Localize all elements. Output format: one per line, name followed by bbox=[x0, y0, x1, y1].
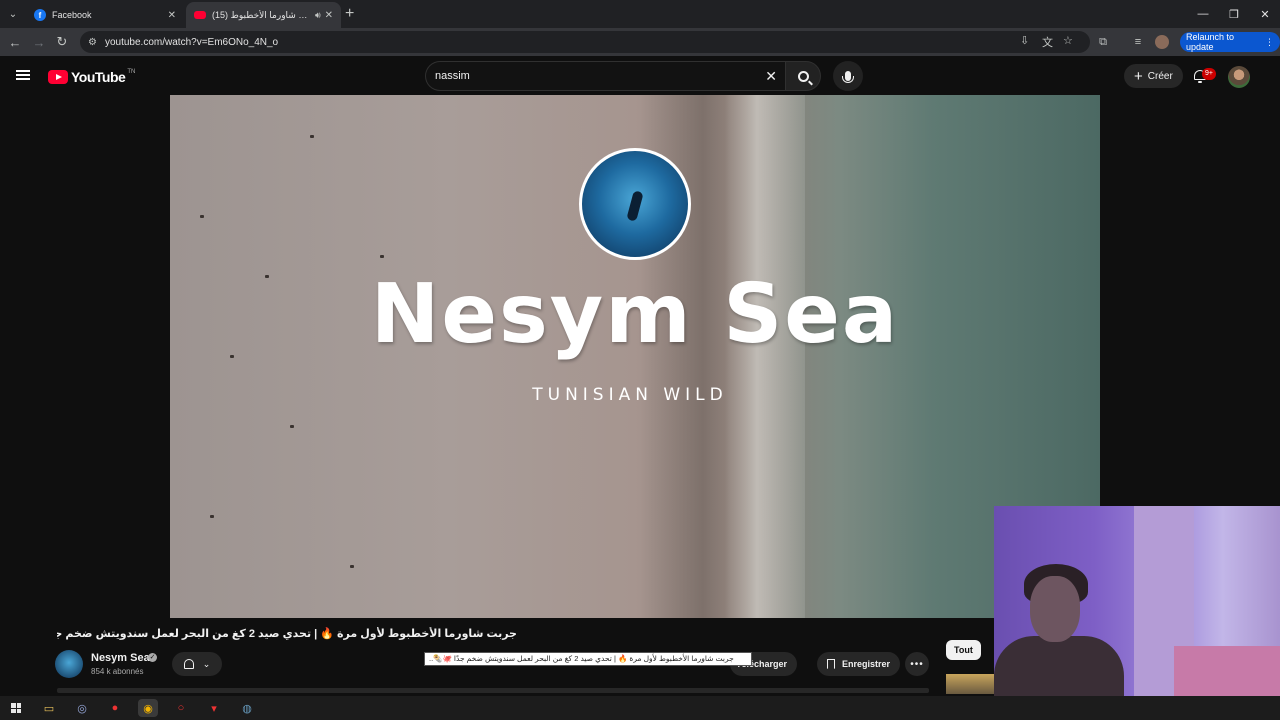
windows-start-icon[interactable] bbox=[6, 699, 26, 717]
notification-count-badge: 9+ bbox=[1202, 68, 1216, 80]
channel-logo-image bbox=[579, 148, 691, 260]
install-app-icon[interactable]: ⇩ bbox=[1020, 34, 1029, 47]
filter-chip-all[interactable]: Tout bbox=[946, 640, 981, 660]
video-player[interactable]: Nesym Sea TUNISIAN WILD bbox=[170, 95, 1100, 618]
create-button[interactable]: + Créer bbox=[1124, 64, 1183, 88]
chrome-icon[interactable]: ◉ bbox=[138, 699, 158, 717]
app-icon[interactable]: ◎ bbox=[72, 699, 92, 717]
relaunch-to-update-button[interactable]: Relaunch to update ⋮ bbox=[1180, 32, 1280, 52]
relaunch-label: Relaunch to update bbox=[1186, 32, 1235, 52]
youtube-play-icon bbox=[48, 70, 68, 84]
youtube-header: YouTube TN nassim ✕ + Créer bbox=[0, 56, 1280, 96]
reload-icon[interactable]: ↻ bbox=[53, 33, 71, 51]
speaker-icon[interactable]: 🔊︎ bbox=[315, 10, 321, 21]
title-tooltip: جربت شاورما الأخطبوط لأول مرة 🔥 | تحدي ص… bbox=[424, 652, 752, 666]
clear-search-icon[interactable]: ✕ bbox=[765, 68, 777, 84]
forward-icon[interactable]: → bbox=[30, 33, 48, 51]
tab-title: جربت شاورما الأخطبوط (15) bbox=[212, 9, 312, 20]
logo-text: YouTube bbox=[71, 69, 126, 85]
facebook-icon: f bbox=[34, 9, 46, 21]
verified-icon: ✓ bbox=[148, 653, 157, 662]
save-button[interactable]: Enregistrer bbox=[817, 652, 901, 676]
file-explorer-icon[interactable]: ▭ bbox=[39, 699, 59, 717]
more-vert-icon: ⋮ bbox=[1265, 36, 1274, 47]
subscriber-count: 854 k abonnés bbox=[91, 667, 144, 676]
voice-search-button[interactable] bbox=[833, 61, 863, 91]
record-app-icon[interactable]: ● bbox=[105, 699, 125, 717]
video-art-subtitle: TUNISIAN WILD bbox=[532, 385, 728, 405]
microphone-icon bbox=[842, 71, 854, 83]
back-icon[interactable]: ← bbox=[6, 33, 24, 51]
search-button[interactable] bbox=[785, 61, 821, 91]
tab-facebook[interactable]: f Facebook ✕ bbox=[26, 2, 184, 28]
reading-list-icon[interactable]: ≡ bbox=[1129, 33, 1147, 51]
menu-icon[interactable] bbox=[16, 70, 30, 80]
description-box[interactable] bbox=[57, 688, 929, 693]
url-text: youtube.com/watch?v=Em6ONo_4N_o bbox=[104, 36, 279, 48]
tab-search-icon[interactable]: ⌄ bbox=[4, 5, 22, 23]
close-window-icon[interactable]: ✕ bbox=[1250, 0, 1280, 28]
tab-title: Facebook bbox=[52, 10, 92, 20]
browser-tab-strip: ⌄ f Facebook ✕ جربت شاورما الأخطبوط (15)… bbox=[0, 0, 1280, 28]
video-art-title: Nesym Sea bbox=[370, 267, 900, 362]
browser-profile-avatar[interactable] bbox=[1155, 35, 1169, 49]
search-icon bbox=[797, 70, 809, 82]
windows-taskbar: ▭ ◎ ● ◉ ○ ▾ ◍ bbox=[0, 696, 1280, 720]
opera-icon[interactable]: ○ bbox=[171, 699, 191, 717]
chevron-down-icon: ⌄ bbox=[202, 658, 211, 669]
search-query: nassim bbox=[435, 70, 470, 82]
country-code: TN bbox=[127, 69, 136, 75]
search-input[interactable]: nassim ✕ bbox=[425, 61, 785, 91]
extensions-icon[interactable]: ⧉ bbox=[1094, 33, 1112, 51]
app-red-icon[interactable]: ▾ bbox=[204, 699, 224, 717]
address-bar[interactable]: ⚙ youtube.com/watch?v=Em6ONo_4N_o bbox=[80, 31, 1090, 53]
channel-name[interactable]: Nesym Sea bbox=[91, 652, 150, 664]
new-tab-button[interactable]: + bbox=[345, 5, 354, 23]
bookmark-star-icon[interactable]: ☆ bbox=[1063, 34, 1073, 47]
translate-icon[interactable]: 文 bbox=[1042, 34, 1053, 50]
tab-youtube-video[interactable]: جربت شاورما الأخطبوط (15) 🔊︎ ✕ bbox=[186, 2, 341, 28]
app-blue-icon[interactable]: ◍ bbox=[237, 699, 257, 717]
restore-icon[interactable]: ❐ bbox=[1219, 0, 1249, 28]
bell-icon bbox=[183, 659, 194, 669]
recommended-video-thumbnail[interactable] bbox=[946, 674, 994, 694]
channel-avatar[interactable] bbox=[55, 650, 83, 678]
webcam-overlay bbox=[994, 506, 1280, 696]
close-icon[interactable]: ✕ bbox=[168, 10, 176, 21]
create-label: Créer bbox=[1147, 70, 1173, 82]
browser-toolbar: ← → ↻ ⚙ youtube.com/watch?v=Em6ONo_4N_o … bbox=[0, 28, 1280, 56]
minimize-icon[interactable]: — bbox=[1188, 0, 1218, 28]
site-info-icon[interactable]: ⚙ bbox=[88, 37, 97, 48]
account-avatar[interactable] bbox=[1228, 66, 1250, 88]
subscribed-notifications-button[interactable]: ⌄ bbox=[172, 652, 222, 676]
youtube-logo[interactable]: YouTube TN bbox=[48, 69, 135, 85]
close-icon[interactable]: ✕ bbox=[325, 10, 333, 21]
video-title: جربت شاورما الأخطبوط لأول مرة 🔥 | تحدي ص… bbox=[57, 628, 517, 640]
bookmark-icon bbox=[827, 659, 835, 669]
save-label: Enregistrer bbox=[842, 659, 891, 669]
youtube-icon bbox=[194, 11, 206, 19]
plus-icon: + bbox=[1134, 67, 1143, 85]
more-actions-button[interactable]: ••• bbox=[905, 652, 929, 676]
